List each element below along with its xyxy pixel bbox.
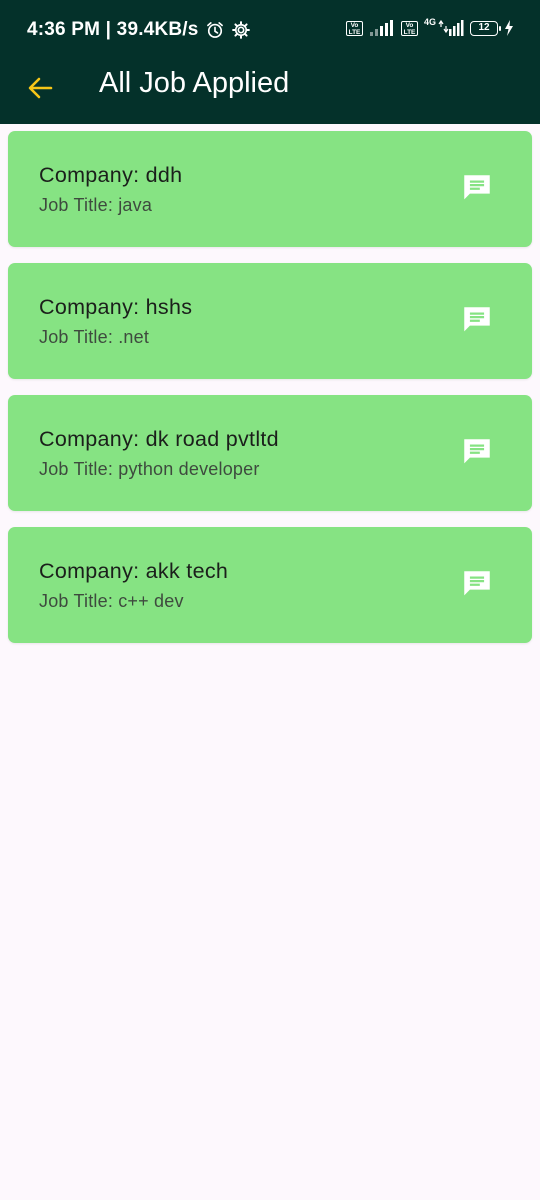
back-button[interactable] [22,70,58,106]
status-bar: 4:36 PM | 39.4KB/s Vo LTE Vo LTE 4G 12 [0,0,540,62]
volte-badge-1: Vo LTE [345,20,363,36]
top-bar: 4:36 PM | 39.4KB/s Vo LTE Vo LTE 4G 12 A… [0,0,540,124]
settings-gear-icon [231,21,250,39]
company-name: Company: dk road pvtltd [39,427,279,451]
charging-bolt-icon [505,20,513,36]
job-title: Job Title: c++ dev [39,591,184,611]
chat-message-icon[interactable] [460,435,494,469]
company-name: Company: akk tech [39,559,229,583]
alarm-icon [206,22,223,38]
job-title: Job Title: .net [39,327,150,347]
status-left: 4:36 PM | 39.4KB/s [27,19,251,41]
arrow-back-icon [28,77,53,99]
app-bar: All Job Applied [0,62,540,124]
application-card[interactable]: Company: akk tech Job Title: c++ dev [8,527,532,643]
application-card[interactable]: Company: dk road pvtltd Job Title: pytho… [8,395,532,511]
chat-message-icon[interactable] [460,171,494,205]
applications-list: Company: ddh Job Title: java Company: hs… [8,131,532,659]
signal-strength-icon [369,20,393,36]
chat-message-icon[interactable] [460,303,494,337]
company-name: Company: hshs [39,295,193,319]
status-right: Vo LTE Vo LTE 4G 12 [345,17,514,36]
job-title: Job Title: java [39,195,153,215]
application-card[interactable]: Company: ddh Job Title: java [8,131,532,247]
application-card[interactable]: Company: hshs Job Title: .net [8,263,532,379]
volte-badge-2: Vo LTE [400,20,418,36]
signal-strength-icon-2 [438,20,464,36]
job-title: Job Title: python developer [39,459,260,479]
status-time-speed: 4:36 PM | 39.4KB/s [27,19,199,40]
chat-message-icon[interactable] [460,567,494,601]
battery-indicator: 12 [470,20,501,36]
network-type: 4G [423,17,436,27]
company-name: Company: ddh [39,163,183,187]
page-title: All Job Applied [99,67,290,99]
